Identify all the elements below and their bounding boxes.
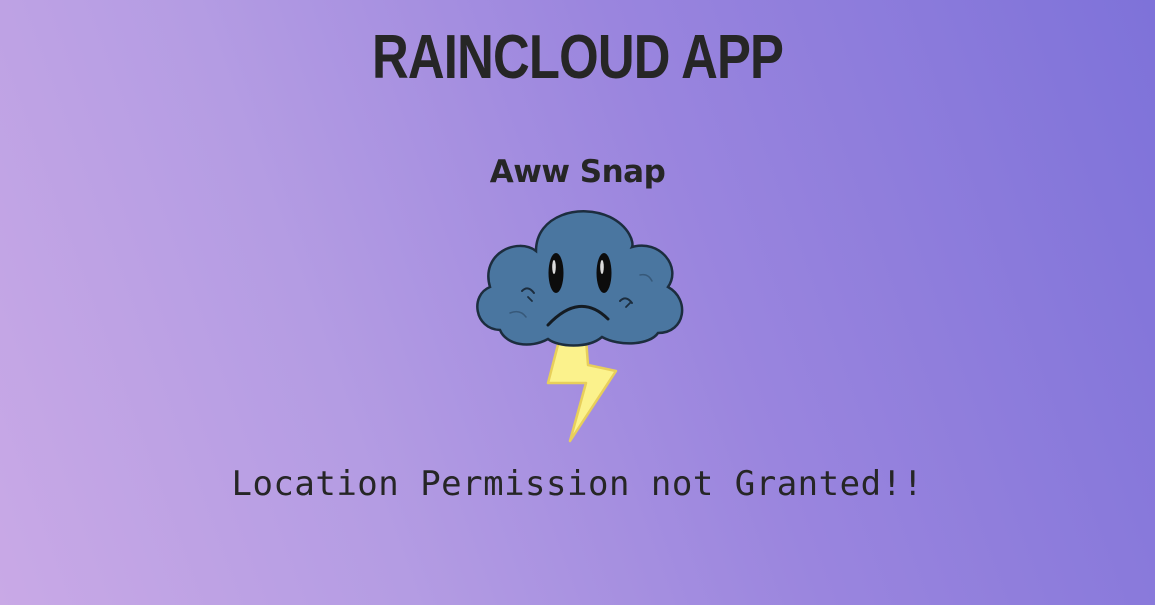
error-heading: Aww Snap [489, 154, 666, 190]
app-title: RAINCLOUD APP [372, 23, 784, 92]
right-eye [596, 253, 612, 293]
permission-error-message: Location Permission not Granted!! [231, 464, 924, 504]
lightning-bolt-shape [546, 335, 618, 443]
cloud-shape [476, 210, 684, 347]
sad-storm-cloud-icon [470, 205, 692, 445]
left-eye [548, 253, 564, 293]
